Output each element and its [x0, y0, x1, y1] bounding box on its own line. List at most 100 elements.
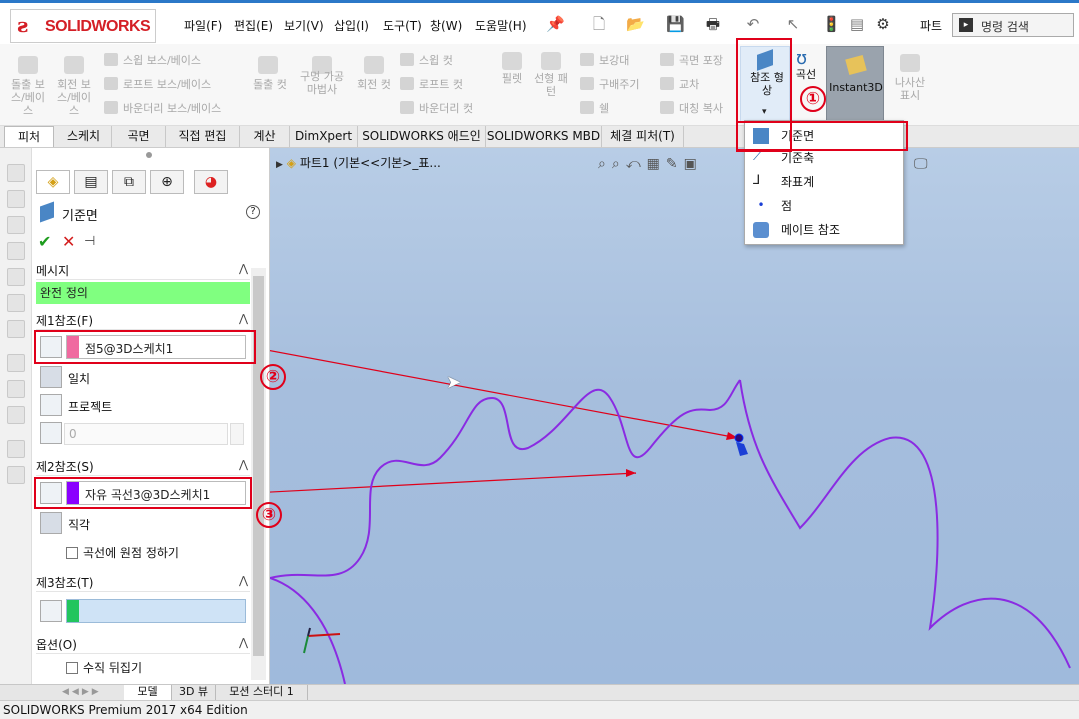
- extrude-boss-button[interactable]: 돌출 보 스/베이 스: [8, 78, 48, 117]
- property-manager-tab[interactable]: ▤: [74, 170, 108, 194]
- gear-icon[interactable]: ⚙: [874, 15, 892, 33]
- second-reference-header[interactable]: 제2참조(S) ⋀: [36, 458, 250, 476]
- tab-mbd[interactable]: SOLIDWORKS MBD: [486, 126, 602, 147]
- menu-tools[interactable]: 도구(T): [383, 17, 422, 34]
- extrude-cut-button[interactable]: 돌출 컷: [248, 78, 292, 91]
- first-reference-header[interactable]: 제1참조(F) ⋀: [36, 312, 250, 330]
- coincident-icon[interactable]: [40, 366, 62, 388]
- sketch-tool-icon[interactable]: [7, 466, 25, 484]
- save-icon[interactable]: 💾: [666, 15, 685, 33]
- menu-insert[interactable]: 삽입(I): [334, 17, 369, 34]
- open-folder-icon[interactable]: 📂: [626, 15, 645, 33]
- cancel-x-icon[interactable]: ✕: [62, 232, 75, 251]
- spinner-control[interactable]: [230, 423, 244, 445]
- pin-icon[interactable]: 📌: [546, 15, 565, 33]
- menu-window[interactable]: 창(W): [430, 17, 462, 34]
- undo-icon[interactable]: ↶: [744, 15, 762, 33]
- project-icon[interactable]: [40, 394, 62, 416]
- file-properties-icon[interactable]: ▤: [848, 15, 866, 33]
- sketch-tool-icon[interactable]: [7, 380, 25, 398]
- menu-help[interactable]: 도움말(H): [475, 17, 527, 34]
- new-doc-icon[interactable]: 🗋: [590, 15, 608, 33]
- perpendicular-option[interactable]: 직각: [68, 516, 90, 533]
- menu-item-mate-reference[interactable]: 메이트 참조: [751, 219, 901, 241]
- cube-view-icon[interactable]: [7, 242, 25, 260]
- message-section-header[interactable]: 메시지 ⋀: [36, 262, 250, 280]
- tab-dimxpert[interactable]: DimXpert: [290, 126, 358, 147]
- pushpin-icon[interactable]: ⊣: [84, 234, 95, 249]
- intersect-button[interactable]: 교차: [660, 76, 699, 92]
- cube-view-icon[interactable]: [7, 320, 25, 338]
- mirror-button[interactable]: 대칭 복사: [660, 100, 723, 116]
- revolve-cut-button[interactable]: 회전 컷: [352, 78, 396, 91]
- ok-check-icon[interactable]: ✔: [38, 232, 51, 251]
- free-curve[interactable]: [739, 379, 1071, 669]
- hole-wizard-button[interactable]: 구멍 가공 마법사: [294, 70, 350, 96]
- cube-view-icon[interactable]: [7, 268, 25, 286]
- sketch-tool-icon[interactable]: [7, 354, 25, 372]
- menu-item-coordinate-system[interactable]: ⅃ 좌표계: [751, 171, 901, 193]
- draft-button[interactable]: 구배주기: [580, 76, 639, 92]
- cube-view-icon[interactable]: [7, 216, 25, 234]
- display-manager-tab[interactable]: ◕: [194, 170, 228, 194]
- dimxpert-manager-tab[interactable]: ⊕: [150, 170, 184, 194]
- tab-motion-study[interactable]: 모션 스터디 1: [216, 685, 308, 701]
- feature-manager-tab[interactable]: ◈: [36, 170, 70, 194]
- tab-fastening-features[interactable]: 체결 피처(T): [602, 126, 684, 147]
- sketch-tool-icon[interactable]: [7, 406, 25, 424]
- cube-view-icon[interactable]: [7, 164, 25, 182]
- menu-item-point[interactable]: • 점: [751, 195, 901, 217]
- tab-model[interactable]: 모델: [124, 685, 172, 701]
- graphics-area[interactable]: ▶ ◈ 파트1 (기본<<기본>_표... ⌕⌕⤺▦✎▣ 🖵 ➤: [270, 148, 1079, 684]
- fillet-button[interactable]: 필렛: [494, 72, 530, 85]
- instant3d-button[interactable]: Instant3D: [826, 46, 884, 122]
- checkbox[interactable]: [66, 662, 78, 674]
- loft-cut-button[interactable]: 로프트 컷: [400, 76, 463, 92]
- flip-normal-checkbox[interactable]: 수직 뒤집기: [66, 659, 142, 676]
- free-curve[interactable]: [270, 577, 346, 684]
- tab-3d-views[interactable]: 3D 뷰: [172, 685, 216, 701]
- configuration-manager-tab[interactable]: ⧉: [112, 170, 146, 194]
- cube-view-icon[interactable]: [7, 190, 25, 208]
- coincident-option[interactable]: 일치: [68, 370, 90, 387]
- third-reference-header[interactable]: 제3참조(T) ⋀: [36, 574, 250, 592]
- panel-grip-icon[interactable]: [146, 152, 152, 158]
- menu-file[interactable]: 파일(F): [184, 17, 222, 34]
- tab-sketch[interactable]: 스케치: [56, 126, 112, 147]
- revolve-boss-button[interactable]: 회전 보 스/베이 스: [54, 78, 94, 117]
- help-icon[interactable]: ?: [246, 205, 260, 219]
- options-section-header[interactable]: 옵션(O) ⋀: [36, 636, 250, 654]
- command-search-input[interactable]: ▸ 명령 검색: [952, 13, 1074, 37]
- third-reference-field[interactable]: [66, 599, 246, 623]
- solidworks-logo[interactable]: ƨ SOLIDWORKS: [10, 9, 156, 43]
- sweep-cut-button[interactable]: 스윕 컷: [400, 52, 453, 68]
- tab-scroll-arrows-icon[interactable]: ◀◀▶▶: [62, 687, 102, 697]
- boundary-boss-button[interactable]: 바운더리 보스/베이스: [104, 100, 221, 116]
- project-option[interactable]: 프로젝트: [68, 398, 112, 415]
- checkbox[interactable]: [66, 547, 78, 559]
- rib-button[interactable]: 보강대: [580, 52, 629, 68]
- loft-boss-button[interactable]: 로프트 보스/베이스: [104, 76, 211, 92]
- curves-button[interactable]: 곡선: [790, 68, 822, 81]
- tab-addins[interactable]: SOLIDWORKS 애드인: [358, 126, 486, 147]
- cube-view-icon[interactable]: [7, 294, 25, 312]
- sweep-boss-button[interactable]: 스윕 보스/베이스: [104, 52, 201, 68]
- tab-direct-editing[interactable]: 직접 편집: [166, 126, 240, 147]
- origin-on-curve-checkbox[interactable]: 곡선에 원점 정하기: [66, 544, 179, 561]
- wrap-button[interactable]: 곡면 포장: [660, 52, 723, 68]
- boundary-cut-button[interactable]: 바운더리 컷: [400, 100, 473, 116]
- menu-edit[interactable]: 편집(E): [234, 17, 273, 34]
- selected-point[interactable]: [734, 433, 744, 443]
- shell-button[interactable]: 쉘: [580, 100, 609, 116]
- print-icon[interactable]: 🖶: [704, 15, 722, 33]
- offset-distance-input[interactable]: 0: [64, 423, 228, 445]
- menu-view[interactable]: 보기(V): [284, 17, 324, 34]
- tab-evaluate[interactable]: 계산: [240, 126, 290, 147]
- sketch-tool-icon[interactable]: [7, 440, 25, 458]
- linear-pattern-button[interactable]: 선형 패 턴: [528, 72, 574, 98]
- tab-surfaces[interactable]: 곡면: [112, 126, 166, 147]
- tab-features[interactable]: 피처: [4, 126, 54, 147]
- cosmetic-thread-button[interactable]: 나사산 표시: [888, 76, 932, 102]
- select-arrow-icon[interactable]: ↖: [784, 15, 802, 33]
- free-curve[interactable]: [270, 379, 741, 579]
